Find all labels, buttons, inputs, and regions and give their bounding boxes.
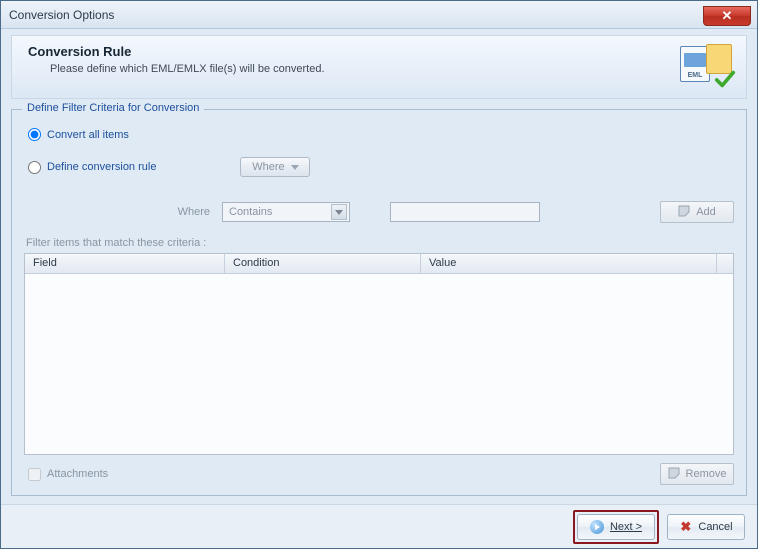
content-area: Conversion Rule Please define which EML/… bbox=[1, 29, 757, 504]
grid-header: Field Condition Value bbox=[25, 254, 733, 274]
criteria-grid: Field Condition Value bbox=[24, 253, 734, 455]
window-title: Conversion Options bbox=[9, 8, 114, 22]
cancel-icon: ✖ bbox=[679, 520, 692, 533]
attachments-checkbox bbox=[28, 468, 41, 481]
remove-button-label: Remove bbox=[686, 468, 727, 480]
col-field[interactable]: Field bbox=[25, 254, 225, 273]
next-button-label: Next > bbox=[610, 521, 642, 533]
window-frame: Conversion Options ✕ Conversion Rule Ple… bbox=[0, 0, 758, 549]
radio-row-all: Convert all items bbox=[28, 128, 734, 141]
cancel-button[interactable]: ✖ Cancel bbox=[667, 514, 745, 540]
criteria-form-row: Where Contains Add bbox=[110, 201, 734, 223]
fieldset-legend: Define Filter Criteria for Conversion bbox=[22, 102, 204, 114]
where-label: Where bbox=[110, 206, 210, 218]
footer: Next > ✖ Cancel bbox=[1, 504, 757, 548]
col-condition[interactable]: Condition bbox=[225, 254, 421, 273]
header-icon bbox=[680, 44, 734, 88]
header-panel: Conversion Rule Please define which EML/… bbox=[11, 35, 747, 99]
where-dropdown-disabled: Where bbox=[240, 157, 310, 177]
filter-fieldset: Define Filter Criteria for Conversion Co… bbox=[11, 109, 747, 496]
radio-convert-all[interactable] bbox=[28, 128, 41, 141]
header-subtitle: Please define which EML/EMLX file(s) wil… bbox=[50, 63, 325, 75]
close-icon: ✕ bbox=[722, 8, 733, 24]
radio-define-rule[interactable] bbox=[28, 161, 41, 174]
radio-row-rule: Define conversion rule Where bbox=[28, 157, 734, 177]
close-button[interactable]: ✕ bbox=[703, 6, 751, 26]
filter-hint: Filter items that match these criteria : bbox=[26, 237, 734, 249]
chevron-down-icon bbox=[291, 165, 299, 170]
remove-button: Remove bbox=[660, 463, 734, 485]
next-button[interactable]: Next > bbox=[577, 514, 655, 540]
header-title: Conversion Rule bbox=[28, 44, 325, 59]
add-icon bbox=[678, 205, 690, 220]
chevron-down-icon bbox=[335, 210, 343, 215]
fieldset-bottom-row: Attachments Remove bbox=[24, 463, 734, 485]
cancel-button-label: Cancel bbox=[698, 521, 732, 533]
radio-convert-all-label[interactable]: Convert all items bbox=[47, 129, 129, 141]
add-button: Add bbox=[660, 201, 734, 223]
combobox-button bbox=[331, 204, 347, 220]
col-value[interactable]: Value bbox=[421, 254, 717, 273]
condition-value: Contains bbox=[229, 206, 272, 218]
attachments-checkbox-row: Attachments bbox=[28, 468, 108, 481]
grid-body bbox=[25, 274, 733, 454]
next-button-highlight: Next > bbox=[573, 510, 659, 544]
remove-icon bbox=[668, 467, 680, 482]
next-arrow-icon bbox=[590, 520, 604, 534]
checkmark-icon bbox=[714, 68, 736, 90]
header-text: Conversion Rule Please define which EML/… bbox=[28, 44, 325, 75]
attachments-label: Attachments bbox=[47, 468, 108, 480]
titlebar: Conversion Options ✕ bbox=[1, 1, 757, 29]
add-button-label: Add bbox=[696, 206, 716, 218]
radio-define-rule-label[interactable]: Define conversion rule bbox=[47, 161, 156, 173]
col-spacer bbox=[717, 254, 733, 273]
value-textbox bbox=[390, 202, 540, 222]
where-pill-label: Where bbox=[252, 161, 284, 173]
condition-combobox: Contains bbox=[222, 202, 350, 222]
